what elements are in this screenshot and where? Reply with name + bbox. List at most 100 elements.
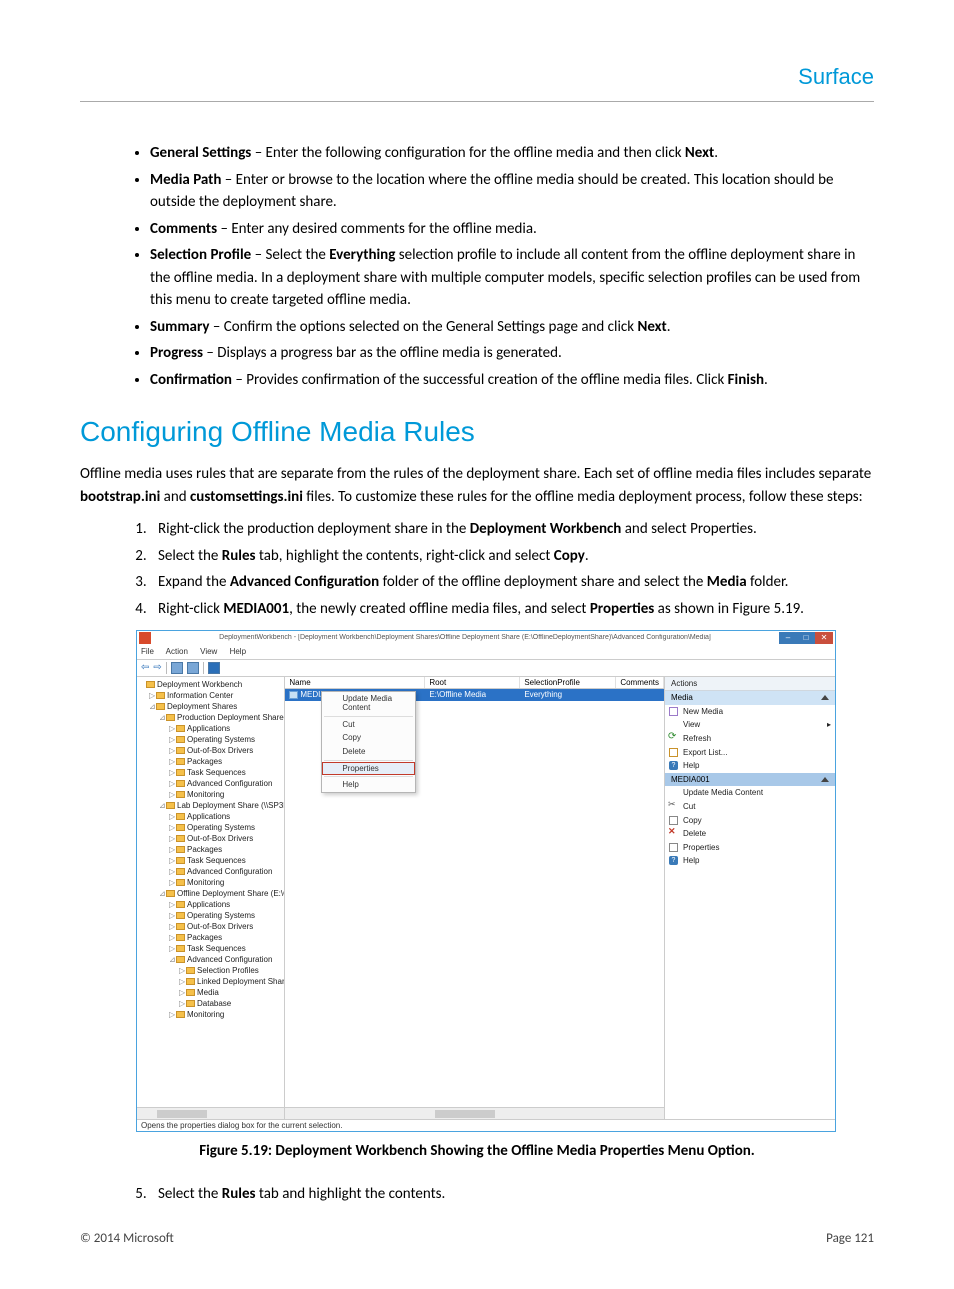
list-pane: Name Root SelectionProfile Comments MEDI… — [285, 677, 665, 1119]
tree-node[interactable]: ▷Monitoring — [137, 1009, 284, 1020]
refresh-icon: ⟳ — [668, 732, 676, 741]
menu-file[interactable]: File — [141, 647, 154, 656]
step-5: Select the Rules tab and highlight the c… — [150, 1183, 864, 1206]
section-heading: Configuring Offline Media Rules — [80, 411, 874, 453]
action-view[interactable]: View▸ — [665, 718, 835, 732]
tree-node[interactable]: ▷Information Center — [137, 690, 284, 701]
toolbar-help-icon[interactable] — [208, 662, 220, 674]
context-properties[interactable]: Properties — [322, 762, 415, 776]
cut-icon: ✂ — [668, 800, 677, 809]
step-4: Right-click MEDIA001, the newly created … — [150, 598, 864, 621]
tree-node[interactable]: ▷Task Sequences — [137, 855, 284, 866]
tree-node[interactable]: Deployment Workbench — [137, 679, 284, 690]
tree-node[interactable]: ▷Applications — [137, 899, 284, 910]
submenu-arrow-icon: ▸ — [827, 720, 831, 730]
tree-node[interactable]: ▷Applications — [137, 723, 284, 734]
page-footer: © 2014 Microsoft Page 121 — [80, 1229, 874, 1249]
action-export[interactable]: Export List... — [665, 746, 835, 760]
context-update-media[interactable]: Update Media Content — [322, 692, 415, 715]
minimize-button[interactable]: – — [779, 632, 797, 644]
footer-page-number: Page 121 — [826, 1229, 874, 1249]
bullet-comments: Comments – Enter any desired comments fo… — [150, 218, 864, 241]
brand-label: Surface — [80, 60, 874, 93]
forward-icon[interactable]: ⇨ — [153, 662, 161, 674]
tree-node[interactable]: ▷Task Sequences — [137, 767, 284, 778]
copy-icon — [669, 816, 678, 825]
collapse-icon — [821, 695, 829, 700]
header-selectionprofile[interactable]: SelectionProfile — [520, 677, 616, 689]
tree-node[interactable]: ▷Out-of-Box Drivers — [137, 921, 284, 932]
tree-node[interactable]: ▷Packages — [137, 932, 284, 943]
tree-node[interactable]: ▷Out-of-Box Drivers — [137, 833, 284, 844]
header-root[interactable]: Root — [425, 677, 520, 689]
tree-node[interactable]: ⊿Deployment Shares — [137, 701, 284, 712]
status-bar: Opens the properties dialog box for the … — [137, 1119, 835, 1132]
new-media-icon — [669, 707, 678, 716]
tree-node[interactable]: ▷Operating Systems — [137, 822, 284, 833]
tree-node[interactable]: ▷Operating Systems — [137, 734, 284, 745]
actions-section-media[interactable]: Media — [665, 691, 835, 705]
navigation-tree[interactable]: Deployment Workbench▷Information Center⊿… — [137, 677, 285, 1119]
menu-bar: File Action View Help — [137, 645, 835, 660]
tree-node[interactable]: ⊿Lab Deployment Share (\\SP3LabDeploy\L — [137, 800, 284, 811]
step-2: Select the Rules tab, highlight the cont… — [150, 545, 864, 568]
tree-horizontal-scrollbar[interactable] — [137, 1107, 284, 1119]
bullet-list: General Settings – Enter the following c… — [150, 142, 864, 391]
list-horizontal-scrollbar[interactable] — [285, 1107, 664, 1119]
tree-node[interactable]: ▷Packages — [137, 756, 284, 767]
tree-node[interactable]: ▷Out-of-Box Drivers — [137, 745, 284, 756]
action-refresh[interactable]: ⟳Refresh — [665, 732, 835, 746]
menu-view[interactable]: View — [200, 647, 217, 656]
tree-node[interactable]: ⊿Advanced Configuration — [137, 954, 284, 965]
tree-node[interactable]: ▷Monitoring — [137, 877, 284, 888]
properties-icon — [669, 843, 678, 852]
context-delete[interactable]: Delete — [322, 745, 415, 759]
maximize-button[interactable]: □ — [797, 632, 815, 644]
steps-list: Right-click the production deployment sh… — [150, 518, 864, 620]
window-titlebar: DeploymentWorkbench - [Deployment Workbe… — [137, 631, 835, 645]
menu-action[interactable]: Action — [166, 647, 188, 656]
tree-node[interactable]: ▷Media — [137, 987, 284, 998]
bullet-selection-profile: Selection Profile – Select the Everythin… — [150, 244, 864, 312]
actions-section-media001[interactable]: MEDIA001 — [665, 773, 835, 787]
tree-node[interactable]: ▷Task Sequences — [137, 943, 284, 954]
context-copy[interactable]: Copy — [322, 731, 415, 745]
tree-node[interactable]: ⊿Offline Deployment Share (E:\OfflineDep… — [137, 888, 284, 899]
bullet-general-settings: General Settings – Enter the following c… — [150, 142, 864, 165]
tree-node[interactable]: ⊿Production Deployment Share (E:\Product — [137, 712, 284, 723]
tree-node[interactable]: ▷Packages — [137, 844, 284, 855]
context-cut[interactable]: Cut — [322, 718, 415, 732]
action-delete[interactable]: ✕Delete — [665, 827, 835, 841]
header-name[interactable]: Name — [285, 677, 425, 689]
action-help-2[interactable]: ?Help — [665, 854, 835, 868]
bullet-media-path: Media Path – Enter or browse to the loca… — [150, 169, 864, 214]
action-cut[interactable]: ✂Cut — [665, 800, 835, 814]
action-update-media[interactable]: Update Media Content — [665, 786, 835, 800]
back-icon[interactable]: ⇦ — [141, 662, 149, 674]
tree-node[interactable]: ▷Advanced Configuration — [137, 778, 284, 789]
tree-node[interactable]: ▷Selection Profiles — [137, 965, 284, 976]
tree-node[interactable]: ▷Database — [137, 998, 284, 1009]
tree-node[interactable]: ▷Operating Systems — [137, 910, 284, 921]
action-properties[interactable]: Properties — [665, 841, 835, 855]
tree-node[interactable]: ▷Monitoring — [137, 789, 284, 800]
toolbar-icon-2[interactable] — [187, 662, 199, 674]
action-help[interactable]: ?Help — [665, 759, 835, 773]
close-button[interactable]: ✕ — [815, 632, 833, 644]
header-comments[interactable]: Comments — [616, 677, 664, 689]
tree-node[interactable]: ▷Advanced Configuration — [137, 866, 284, 877]
export-icon — [669, 748, 678, 757]
list-header: Name Root SelectionProfile Comments — [285, 677, 664, 690]
actions-pane: Actions Media New Media View▸ ⟳Refresh E… — [665, 677, 835, 1119]
bullet-confirmation: Confirmation – Provides confirmation of … — [150, 369, 864, 392]
tree-node[interactable]: ▷Linked Deployment Shares — [137, 976, 284, 987]
context-help[interactable]: Help — [322, 778, 415, 792]
actions-header: Actions — [665, 677, 835, 692]
help-icon: ? — [669, 761, 678, 770]
menu-help[interactable]: Help — [230, 647, 246, 656]
action-copy[interactable]: Copy — [665, 814, 835, 828]
toolbar-icon-1[interactable] — [171, 662, 183, 674]
action-new-media[interactable]: New Media — [665, 705, 835, 719]
tree-node[interactable]: ▷Applications — [137, 811, 284, 822]
app-icon — [139, 632, 151, 644]
